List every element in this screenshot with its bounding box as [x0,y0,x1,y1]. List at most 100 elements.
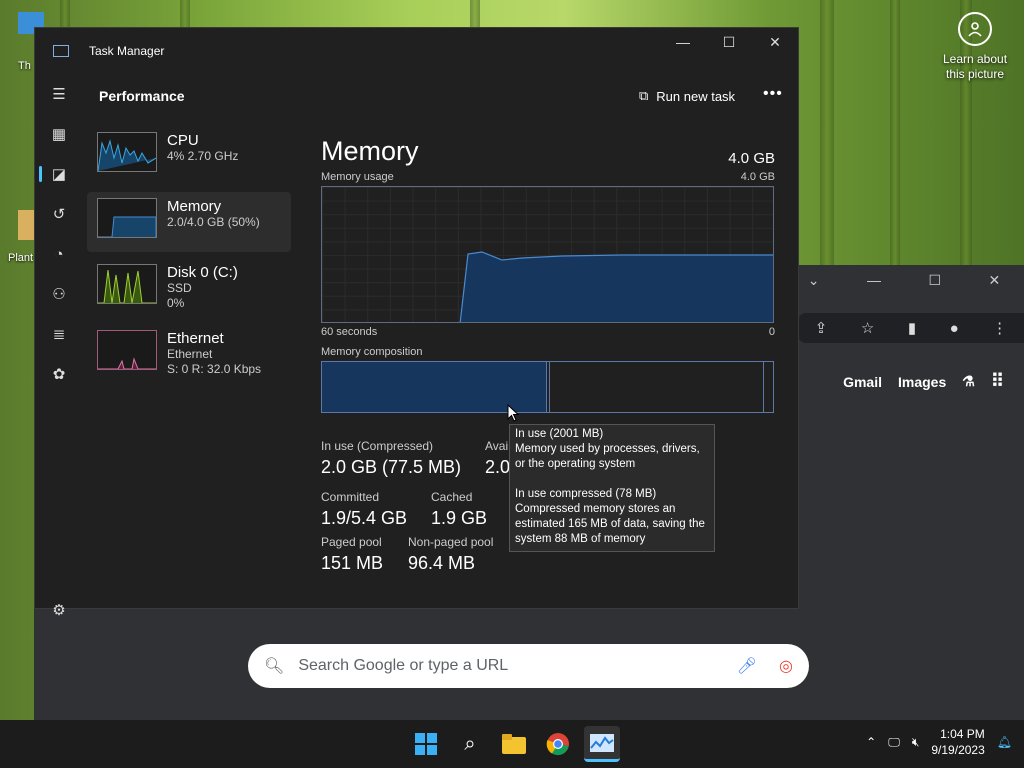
maximize-button[interactable]: ☐ [928,272,941,289]
start-button[interactable] [408,726,444,762]
startup-apps-icon[interactable]: ◔ [35,234,83,274]
chevron-up-icon[interactable]: ⌃ [866,735,876,749]
memory-composition-bar[interactable] [321,361,774,413]
hamburger-menu-icon[interactable]: ☰ [35,74,83,114]
modified-segment[interactable] [546,362,550,412]
stat-value: 151 MB [321,553,384,573]
lens-icon[interactable]: ◎ [779,656,793,676]
network-icon[interactable]: 🖵︎ [888,735,900,750]
search-icon[interactable]: ⌕ [452,726,488,762]
maximize-button[interactable]: ☐ [706,28,752,56]
clock[interactable]: 1:04 PM 9/19/2023 [931,726,984,758]
disk-thumbnail [97,264,157,304]
performance-list: CPU 4% 2.70 GHz Memory 2.0/4.0 GB (50%) … [87,126,291,390]
stat-label: Cached [431,490,473,504]
in-use-stat: In use (Compressed) 2.0 GB (77.5 MB) [321,439,461,478]
google-links: Gmail Images ⚗ ⠿ [843,371,1004,392]
camera-icon [958,12,992,46]
perf-item-memory[interactable]: Memory 2.0/4.0 GB (50%) [87,192,291,252]
menu-icon[interactable]: ⋮ [992,319,1007,337]
google-search-bar[interactable]: 🔍︎ Search Google or type a URL 🎤︎ ◎ [248,644,809,688]
share-icon[interactable]: ⇪ [815,319,828,337]
notification-bell-icon[interactable]: 🔔︎ [997,735,1012,749]
task-manager-icon [53,45,69,57]
memory-usage-max: 4.0 GB [740,171,775,183]
apps-grid-icon[interactable]: ⠿ [991,371,1004,392]
performance-icon[interactable]: ◪ [35,154,83,194]
gmail-link[interactable]: Gmail [843,374,882,390]
images-link[interactable]: Images [898,374,946,390]
file-explorer-icon[interactable] [496,726,532,762]
perf-item-cpu[interactable]: CPU 4% 2.70 GHz [87,126,291,186]
minimize-button[interactable]: — [660,28,706,56]
desktop-icon-label: Plant [8,252,34,264]
task-manager-taskbar-icon[interactable] [584,726,620,762]
perf-item-detail: 4% 2.70 GHz [167,149,239,163]
run-new-task-button[interactable]: ⧉ Run new task [639,88,735,104]
details-icon[interactable]: ≣ [35,314,83,354]
services-icon[interactable]: ✿ [35,354,83,394]
perf-item-name: Disk 0 (C:) [167,264,238,281]
microphone-icon[interactable]: 🎤︎ [737,656,757,676]
users-icon[interactable]: ⚇ [35,274,83,314]
stat-value: 1.9 GB [431,508,488,528]
profile-icon[interactable]: ● [950,320,959,337]
perf-item-disk[interactable]: Disk 0 (C:) SSD 0% [87,258,291,318]
learn-about-label: Learn about this picture [942,52,1008,81]
desktop-icon-label: Th [18,60,31,72]
stat-label: Non-paged pool [408,535,494,549]
search-input[interactable]: Search Google or type a URL [298,657,736,675]
browser-toolbar: ⇪ ☆ ▮ ● ⋮ [798,313,1024,343]
stat-value: 1.9/5.4 GB [321,508,408,528]
taskbar: ⌕ ⌃ 🖵︎ 🔇︎ 1:04 PM 9/19/2023 🔔︎ [0,720,1024,768]
browser-titlebar: ⌄ — ☐ ✕ [784,265,1024,295]
processes-icon[interactable]: ▦ [35,114,83,154]
clock-time: 1:04 PM [940,727,985,741]
system-tray: ⌃ 🖵︎ 🔇︎ 1:04 PM 9/19/2023 🔔︎ [866,726,1012,758]
perf-item-detail-2: S: 0 R: 32.0 Kbps [167,362,262,376]
stat-value: 2.0 [485,457,511,477]
windows-logo-icon [415,733,437,755]
chevron-down-icon[interactable]: ⌄ [808,272,820,289]
stat-value: 2.0 GB (77.5 MB) [321,457,462,477]
minimize-button[interactable]: — [867,272,881,288]
stat-label: Paged pool [321,535,382,549]
window-title: Task Manager [89,44,165,58]
learn-about-picture[interactable]: Learn about this picture [940,12,1010,82]
available-stat: Avai 2.0 [485,439,510,478]
search-icon: 🔍︎ [264,658,285,675]
tooltip-line: Compressed memory stores an estimated 16… [515,503,705,545]
stat-label: Avai [485,439,509,453]
memory-total: 4.0 GB [728,150,775,167]
volume-muted-icon[interactable]: 🔇︎ [912,735,920,750]
ethernet-thumbnail [97,330,157,370]
nav-rail: ☰ ▦ ◪ ↺ ◔ ⚇ ≣ ✿ ⚙ [35,74,83,619]
committed-stat: Committed 1.9/5.4 GB [321,490,407,529]
memory-title: Memory [321,136,419,166]
sidepanel-icon[interactable]: ▮ [908,319,916,337]
clock-date: 9/19/2023 [931,743,985,757]
perf-item-ethernet[interactable]: Ethernet Ethernet S: 0 R: 32.0 Kbps [87,324,291,384]
stat-label: Committed [321,490,380,504]
close-button[interactable]: ✕ [988,272,1000,289]
memory-tooltip: In use (2001 MB) Memory used by processe… [509,424,715,552]
perf-item-detail: 2.0/4.0 GB (50%) [167,215,260,229]
labs-icon[interactable]: ⚗ [962,373,975,390]
chrome-icon[interactable] [540,726,576,762]
memory-thumbnail [97,198,157,238]
star-icon[interactable]: ☆ [861,319,874,337]
close-button[interactable]: ✕ [752,28,798,56]
run-new-task-label: Run new task [656,88,736,104]
paged-pool-stat: Paged pool 151 MB [321,535,383,574]
perf-item-name: Ethernet [167,330,224,347]
time-axis-left: 60 seconds [321,326,378,338]
settings-gear-icon[interactable]: ⚙ [35,590,83,630]
memory-usage-label: Memory usage [321,171,394,183]
cached-stat: Cached 1.9 GB [431,490,487,529]
run-task-icon: ⧉ [639,88,649,103]
perf-item-detail: Ethernet [167,347,213,361]
app-history-icon[interactable]: ↺ [35,194,83,234]
more-options-icon[interactable]: ••• [763,85,783,103]
stat-value: 96.4 MB [408,553,476,573]
stat-label: In use (Compressed) [321,439,434,453]
